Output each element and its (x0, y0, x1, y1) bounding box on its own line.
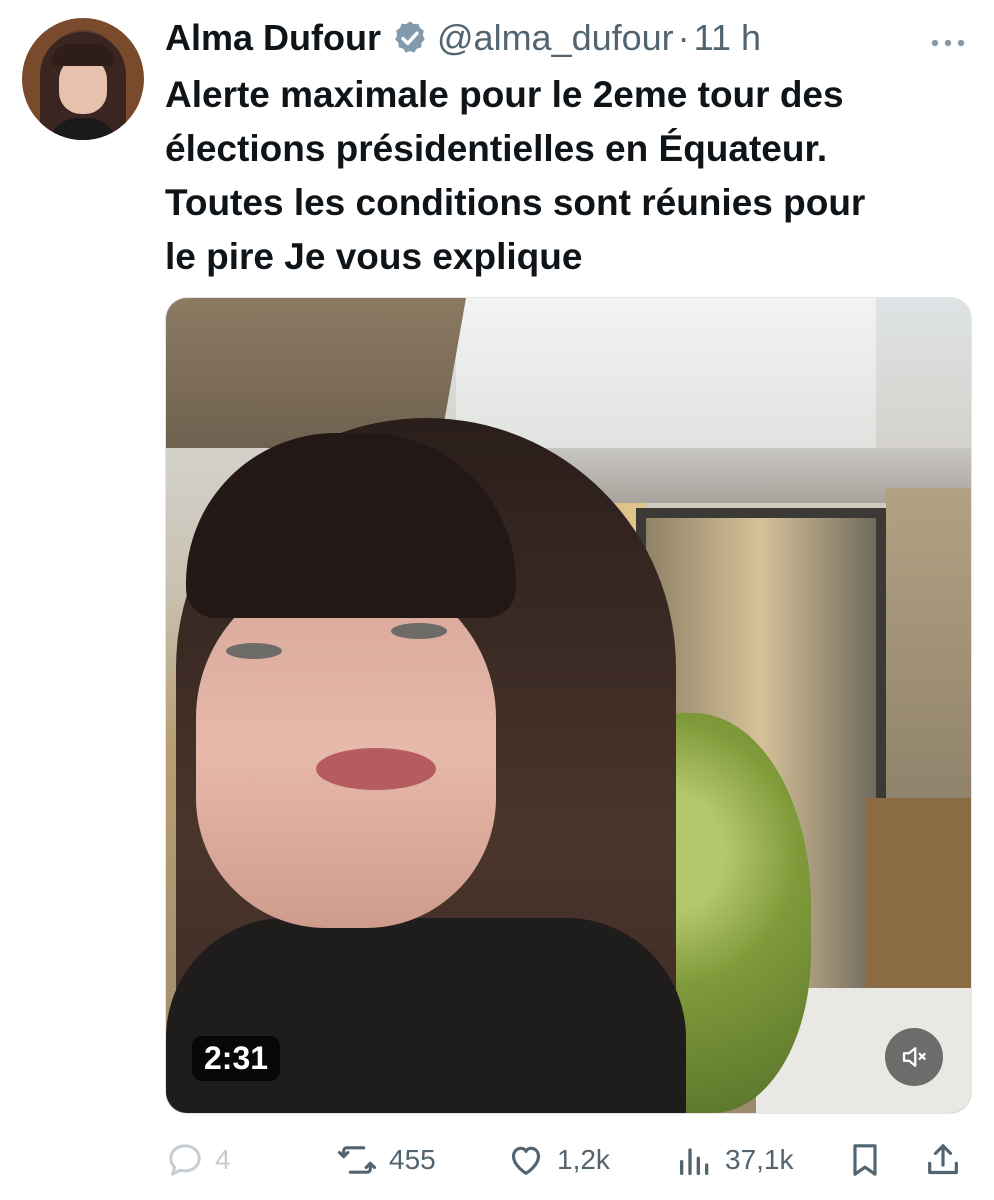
header-separator: · (677, 17, 690, 58)
video-person-eye (391, 623, 447, 639)
action-bar: 4 455 1,2k 37,1k (165, 1132, 970, 1188)
share-button[interactable] (923, 1132, 963, 1188)
views-count: 37,1k (725, 1144, 794, 1175)
avatar[interactable] (22, 18, 144, 140)
views-button[interactable]: 37,1k (675, 1132, 794, 1188)
repost-button[interactable]: 455 (335, 1132, 436, 1188)
reply-icon (165, 1140, 205, 1180)
bookmark-icon (845, 1139, 885, 1181)
author-handle[interactable]: @alma_dufour (437, 17, 674, 59)
like-button[interactable]: 1,2k (505, 1132, 610, 1188)
video-person-mouth (316, 748, 436, 790)
tweet-header: Alma Dufour @alma_dufour · 11 h (165, 14, 761, 62)
like-count: 1,2k (557, 1144, 610, 1175)
video-player[interactable]: 2:31 (165, 297, 972, 1114)
reply-button[interactable]: 4 (165, 1132, 231, 1188)
tweet-text-line: le pire Je vous explique (165, 236, 583, 277)
mute-icon[interactable] (885, 1028, 943, 1086)
tweet-time[interactable]: 11 h (694, 17, 761, 59)
video-duration: 2:31 (192, 1036, 281, 1081)
like-icon (505, 1140, 547, 1180)
repost-icon (335, 1140, 379, 1180)
more-icon[interactable] (930, 22, 966, 56)
avatar-bangs (52, 44, 114, 66)
video-person-body (166, 918, 686, 1113)
share-icon (923, 1139, 963, 1181)
tweet-text-line: élections présidentielles en Équateur. (165, 128, 828, 169)
tweet-text-line: Toutes les conditions sont réunies pour (165, 182, 866, 223)
bookmark-button[interactable] (845, 1132, 885, 1188)
tweet-text-line: Alerte maximale pour le 2eme tour des (165, 74, 844, 115)
reply-count: 4 (215, 1144, 231, 1175)
repost-count: 455 (389, 1144, 436, 1175)
views-icon (675, 1140, 715, 1180)
author-name[interactable]: Alma Dufour (165, 17, 381, 59)
video-person-face (196, 568, 496, 928)
verified-badge-icon (391, 19, 429, 57)
video-bg-counter (866, 798, 971, 1018)
video-person-eye (226, 643, 282, 659)
tweet-text: Alerte maximale pour le 2eme tour des él… (165, 68, 965, 284)
